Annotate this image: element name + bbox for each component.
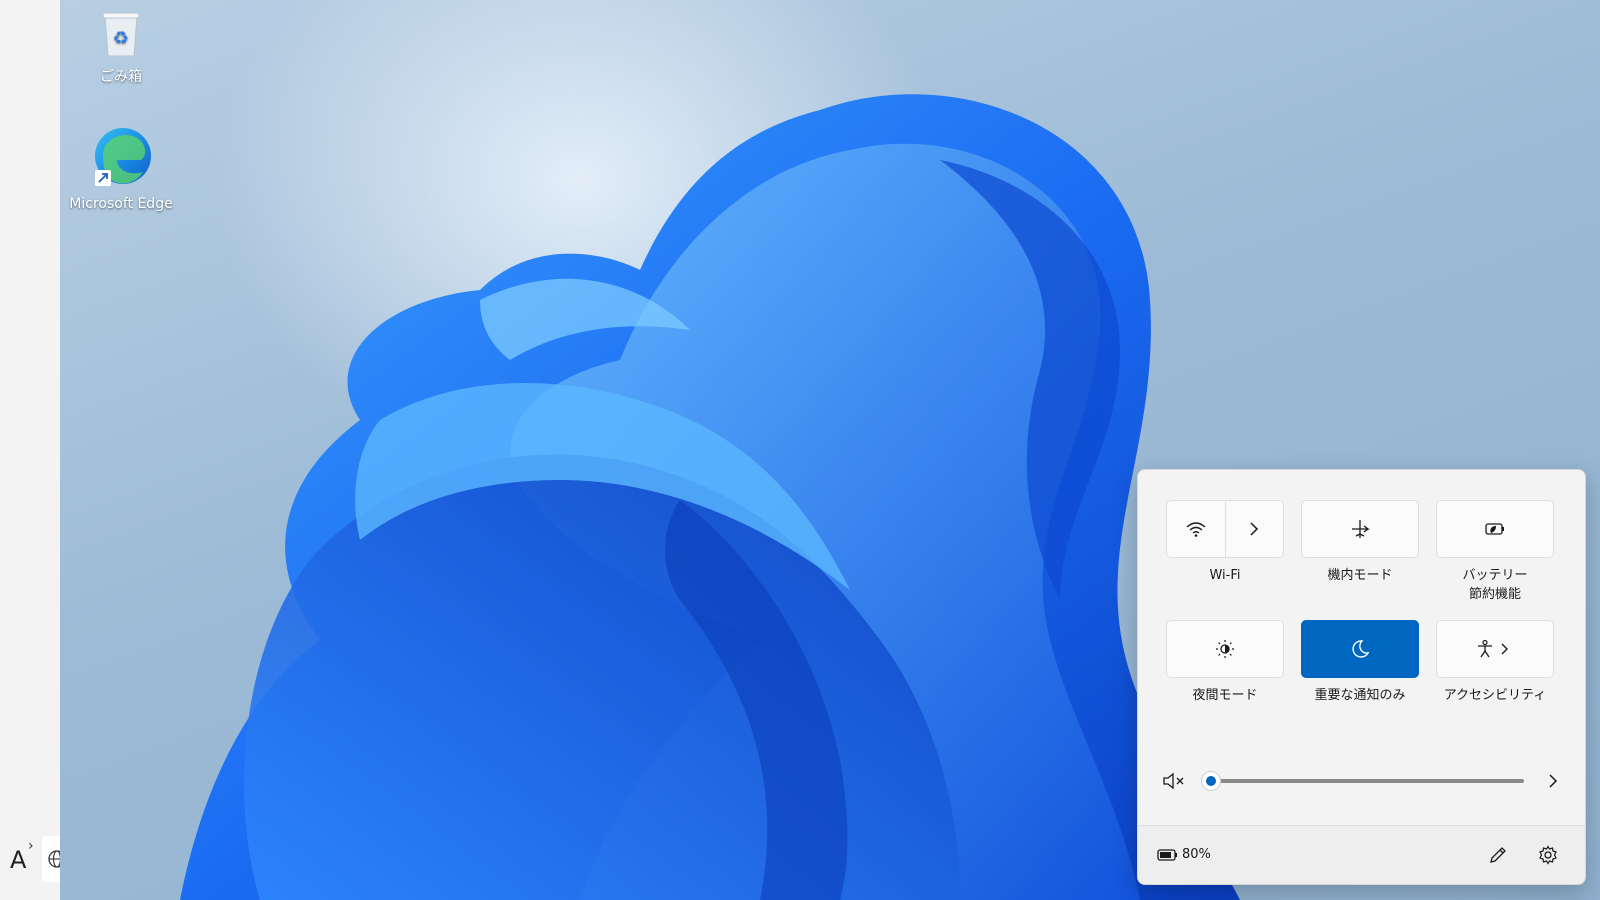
tile-label-line: 節約機能 bbox=[1468, 587, 1521, 602]
pencil-icon bbox=[1490, 847, 1506, 863]
quick-settings-flyout: Wi-Fi 機内モード バッテリー 節約機能 夜間モード 重要な通知のみ アクセ… bbox=[1137, 469, 1586, 885]
audio-output-expand-button[interactable] bbox=[1537, 765, 1569, 797]
volume-row bbox=[1138, 760, 1585, 800]
recycle-bin-icon: ♻ bbox=[102, 12, 140, 57]
tile-label-accessibility: アクセシビリティ bbox=[1443, 688, 1547, 703]
ime-mode-indicator[interactable]: A bbox=[10, 846, 26, 874]
language-button[interactable] bbox=[42, 836, 66, 882]
desktop-icon-edge[interactable]: Microsoft Edge bbox=[66, 126, 176, 212]
moon-icon bbox=[1352, 640, 1370, 658]
desktop-icon-recycle-bin[interactable]: ♻ ごみ箱 bbox=[66, 8, 176, 86]
edit-quick-settings-button[interactable] bbox=[1482, 839, 1514, 871]
quick-settings-top: Wi-Fi 機内モード バッテリー 節約機能 夜間モード 重要な通知のみ アクセ… bbox=[1138, 470, 1585, 825]
desktop-icon-label: ごみ箱 bbox=[100, 69, 142, 85]
tile-label-wifi: Wi-Fi bbox=[1209, 568, 1241, 583]
tile-battery-saver[interactable] bbox=[1436, 500, 1554, 558]
gear-icon bbox=[1539, 845, 1557, 865]
tile-night-light[interactable] bbox=[1166, 620, 1284, 678]
battery-percent: 80% bbox=[1182, 847, 1211, 862]
tile-label-line: バッテリー bbox=[1462, 568, 1528, 583]
night-light-icon bbox=[1216, 640, 1234, 658]
tile-label-focus: 重要な通知のみ bbox=[1314, 688, 1406, 703]
tile-label-night-light: 夜間モード bbox=[1192, 688, 1258, 703]
battery-saver-icon bbox=[1485, 523, 1504, 535]
left-panel-strip: A › bbox=[0, 0, 66, 900]
volume-slider-track[interactable] bbox=[1214, 779, 1524, 783]
wifi-expand-button[interactable] bbox=[1224, 501, 1284, 557]
quick-settings-footer: 80% bbox=[1138, 825, 1585, 884]
speaker-muted-icon bbox=[1163, 772, 1184, 790]
volume-slider-thumb[interactable] bbox=[1201, 771, 1221, 791]
accessibility-icon bbox=[1478, 639, 1508, 658]
tile-focus-priority-only[interactable] bbox=[1301, 620, 1419, 678]
svg-text:♻: ♻ bbox=[113, 28, 129, 49]
edge-icon bbox=[95, 128, 151, 186]
chevron-right-icon bbox=[1549, 774, 1558, 788]
battery-icon bbox=[1157, 849, 1177, 861]
settings-button[interactable] bbox=[1532, 839, 1564, 871]
tile-accessibility[interactable] bbox=[1436, 620, 1554, 678]
chevron-right-icon bbox=[1250, 522, 1259, 536]
desktop-icon-label: Microsoft Edge bbox=[69, 196, 173, 212]
airplane-icon bbox=[1352, 520, 1370, 538]
chevron-right-icon[interactable]: › bbox=[28, 838, 34, 854]
tile-label-airplane-mode: 機内モード bbox=[1327, 568, 1393, 583]
wifi-icon bbox=[1186, 522, 1206, 537]
tile-wifi bbox=[1166, 500, 1284, 558]
battery-status[interactable] bbox=[1152, 839, 1184, 871]
tile-label-battery-saver: バッテリー 節約機能 bbox=[1436, 566, 1554, 604]
globe-icon bbox=[48, 850, 66, 868]
tile-airplane-mode[interactable] bbox=[1301, 500, 1419, 558]
mute-button[interactable] bbox=[1158, 765, 1190, 797]
wifi-toggle-button[interactable] bbox=[1167, 501, 1225, 557]
